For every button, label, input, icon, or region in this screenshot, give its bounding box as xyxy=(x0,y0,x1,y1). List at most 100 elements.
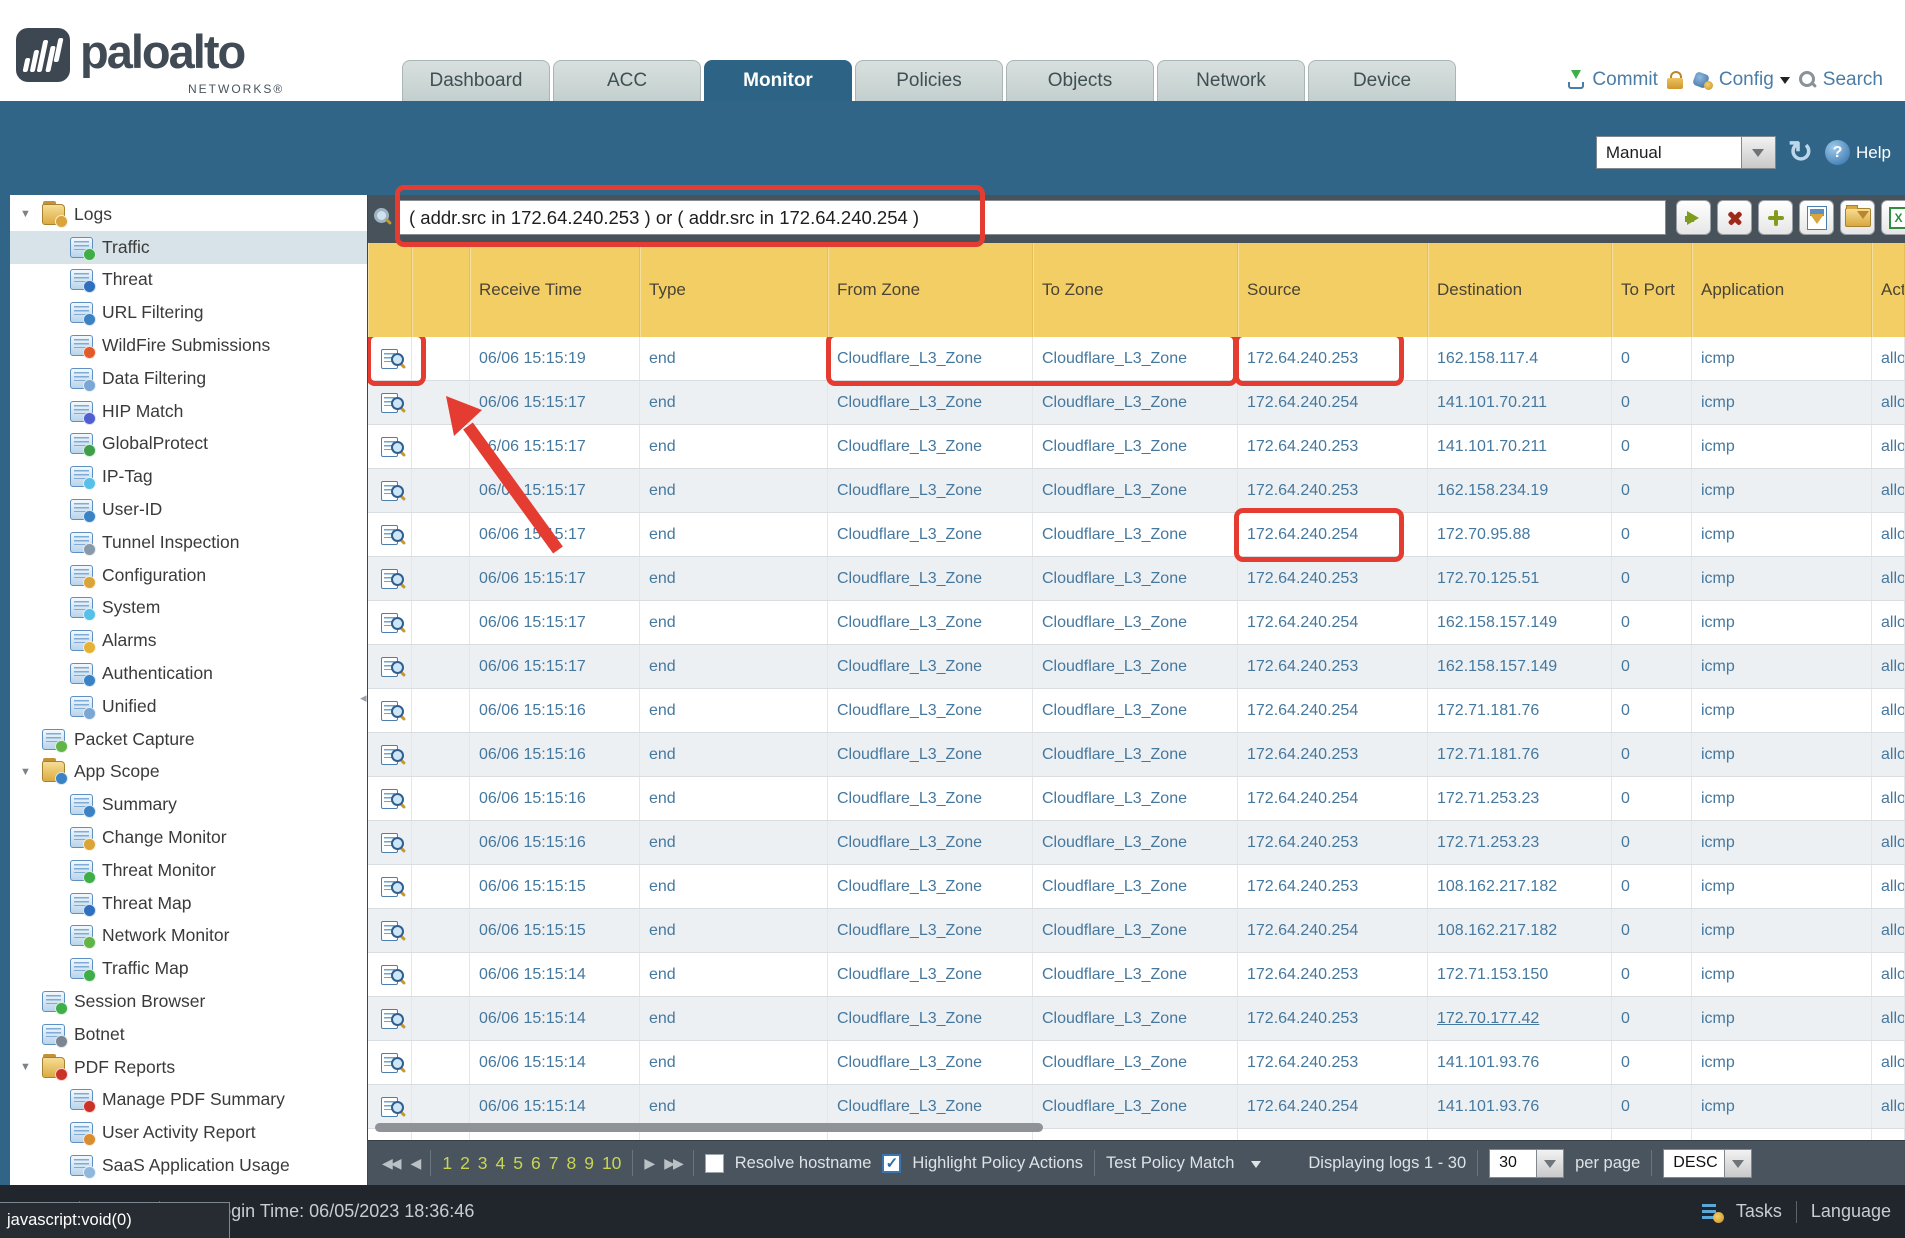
col-source[interactable]: Source xyxy=(1238,243,1428,337)
sidebar-item-system[interactable]: System xyxy=(10,592,367,625)
tree-expander-icon[interactable]: ▼ xyxy=(10,1061,42,1073)
sidebar-item-ip-tag[interactable]: IP-Tag xyxy=(10,460,367,493)
help-button[interactable]: ? Help xyxy=(1825,140,1891,165)
tab-device[interactable]: Device xyxy=(1308,60,1456,101)
first-page-button[interactable]: ◀◀ xyxy=(382,1155,400,1172)
sidebar-item-saas-application-usage[interactable]: SaaS Application Usage xyxy=(10,1149,367,1182)
tab-network[interactable]: Network xyxy=(1157,60,1305,101)
log-detail-button[interactable] xyxy=(368,909,412,952)
tab-dashboard[interactable]: Dashboard xyxy=(402,60,550,101)
tab-policies[interactable]: Policies xyxy=(855,60,1003,101)
log-detail-button[interactable] xyxy=(368,953,412,996)
language-button[interactable]: Language xyxy=(1811,1201,1891,1222)
tab-acc[interactable]: ACC xyxy=(553,60,701,101)
export-csv-button[interactable]: X xyxy=(1881,200,1905,235)
sidebar-item-unified[interactable]: Unified xyxy=(10,690,367,723)
filter-query-input[interactable] xyxy=(398,200,1666,235)
sort-order-select[interactable]: DESC xyxy=(1663,1149,1752,1178)
sidebar-item-manage-pdf-summary[interactable]: Manage PDF Summary xyxy=(10,1084,367,1117)
sidebar-item-threat-map[interactable]: Threat Map xyxy=(10,887,367,920)
tab-objects[interactable]: Objects xyxy=(1006,60,1154,101)
sidebar-item-configuration[interactable]: Configuration xyxy=(10,559,367,592)
filter-builder-button[interactable] xyxy=(1799,200,1834,235)
resolve-hostname-checkbox[interactable] xyxy=(705,1154,724,1173)
sidebar-item-pdf-reports[interactable]: ▼ PDF Reports xyxy=(10,1051,367,1084)
config-menu-button[interactable]: Config xyxy=(1693,69,1790,91)
tasks-button[interactable]: Tasks xyxy=(1736,1201,1782,1222)
log-detail-button[interactable] xyxy=(368,513,412,556)
sidebar-item-traffic[interactable]: Traffic xyxy=(10,231,367,264)
lock-icon[interactable] xyxy=(1667,71,1684,90)
sidebar-item-botnet[interactable]: Botnet xyxy=(10,1018,367,1051)
highlight-policy-checkbox[interactable]: ✓ xyxy=(882,1154,901,1173)
log-detail-button[interactable] xyxy=(368,865,412,908)
sidebar-item-summary[interactable]: Summary xyxy=(10,788,367,821)
log-detail-button[interactable] xyxy=(368,469,412,512)
log-detail-button[interactable] xyxy=(368,777,412,820)
page-number-4[interactable]: 4 xyxy=(496,1153,506,1174)
col-destination[interactable]: Destination xyxy=(1428,243,1612,337)
sidebar-item-alarms[interactable]: Alarms xyxy=(10,624,367,657)
add-filter-button[interactable] xyxy=(1758,200,1793,235)
col-to-port[interactable]: To Port xyxy=(1612,243,1692,337)
sidebar-item-logs[interactable]: ▼ Logs xyxy=(10,198,367,231)
horizontal-scrollbar[interactable] xyxy=(375,1123,1043,1132)
per-page-dropdown-button[interactable] xyxy=(1537,1149,1564,1178)
refresh-interval-dropdown-button[interactable] xyxy=(1742,136,1776,169)
load-filter-button[interactable] xyxy=(1840,200,1875,235)
sidebar-item-wildfire-submissions[interactable]: WildFire Submissions xyxy=(10,329,367,362)
prev-page-button[interactable]: ◀ xyxy=(411,1155,420,1172)
col-application[interactable]: Application xyxy=(1692,243,1872,337)
test-policy-match-button[interactable]: Test Policy Match xyxy=(1106,1154,1234,1173)
col-to-zone[interactable]: To Zone xyxy=(1033,243,1238,337)
log-detail-button[interactable] xyxy=(368,645,412,688)
log-detail-button[interactable] xyxy=(368,381,412,424)
sidebar-item-data-filtering[interactable]: Data Filtering xyxy=(10,362,367,395)
sidebar-item-globalprotect[interactable]: GlobalProtect xyxy=(10,428,367,461)
tree-expander-icon[interactable]: ▼ xyxy=(10,208,42,220)
sidebar-item-session-browser[interactable]: Session Browser xyxy=(10,985,367,1018)
col-type[interactable]: Type xyxy=(640,243,828,337)
search-button[interactable]: Search xyxy=(1799,69,1883,91)
col-action[interactable]: Action xyxy=(1872,243,1905,337)
col-from-zone[interactable]: From Zone xyxy=(828,243,1033,337)
page-number-9[interactable]: 9 xyxy=(584,1153,594,1174)
log-detail-button[interactable] xyxy=(368,733,412,776)
sidebar-item-network-monitor[interactable]: Network Monitor xyxy=(10,920,367,953)
page-number-1[interactable]: 1 xyxy=(442,1153,452,1174)
page-number-3[interactable]: 3 xyxy=(478,1153,488,1174)
log-detail-button[interactable] xyxy=(368,689,412,732)
sidebar-collapse-handle[interactable]: ◂ xyxy=(360,690,367,706)
per-page-select[interactable]: 30 xyxy=(1489,1149,1564,1178)
log-detail-button[interactable] xyxy=(368,337,412,380)
sidebar-item-traffic-map[interactable]: Traffic Map xyxy=(10,952,367,985)
sidebar-item-user-id[interactable]: User-ID xyxy=(10,493,367,526)
log-detail-button[interactable] xyxy=(368,425,412,468)
refresh-interval-select[interactable]: Manual xyxy=(1596,136,1776,169)
sidebar-item-tunnel-inspection[interactable]: Tunnel Inspection xyxy=(10,526,367,559)
log-detail-button[interactable] xyxy=(368,601,412,644)
log-detail-button[interactable] xyxy=(368,821,412,864)
sidebar-item-user-activity-report[interactable]: User Activity Report xyxy=(10,1116,367,1149)
page-number-6[interactable]: 6 xyxy=(531,1153,541,1174)
page-number-8[interactable]: 8 xyxy=(566,1153,576,1174)
sidebar-item-authentication[interactable]: Authentication xyxy=(10,657,367,690)
last-page-button[interactable]: ▶▶ xyxy=(664,1155,682,1172)
col-receive-time[interactable]: Receive Time xyxy=(470,243,640,337)
sidebar-item-hip-match[interactable]: HIP Match xyxy=(10,395,367,428)
sidebar-item-app-scope[interactable]: ▼ App Scope xyxy=(10,756,367,789)
clear-filter-button[interactable] xyxy=(1717,200,1752,235)
sidebar-item-threat-monitor[interactable]: Threat Monitor xyxy=(10,854,367,887)
page-number-7[interactable]: 7 xyxy=(549,1153,559,1174)
tree-expander-icon[interactable]: ▼ xyxy=(10,766,42,778)
next-page-button[interactable]: ▶ xyxy=(644,1155,653,1172)
sort-order-dropdown-button[interactable] xyxy=(1725,1149,1752,1178)
apply-filter-button[interactable] xyxy=(1676,200,1711,235)
sidebar-item-url-filtering[interactable]: URL Filtering xyxy=(10,296,367,329)
page-number-5[interactable]: 5 xyxy=(513,1153,523,1174)
log-detail-button[interactable] xyxy=(368,1085,412,1128)
sidebar-item-packet-capture[interactable]: Packet Capture xyxy=(10,723,367,756)
sidebar-item-threat[interactable]: Threat xyxy=(10,264,367,297)
log-detail-button[interactable] xyxy=(368,1041,412,1084)
page-number-10[interactable]: 10 xyxy=(602,1153,621,1174)
